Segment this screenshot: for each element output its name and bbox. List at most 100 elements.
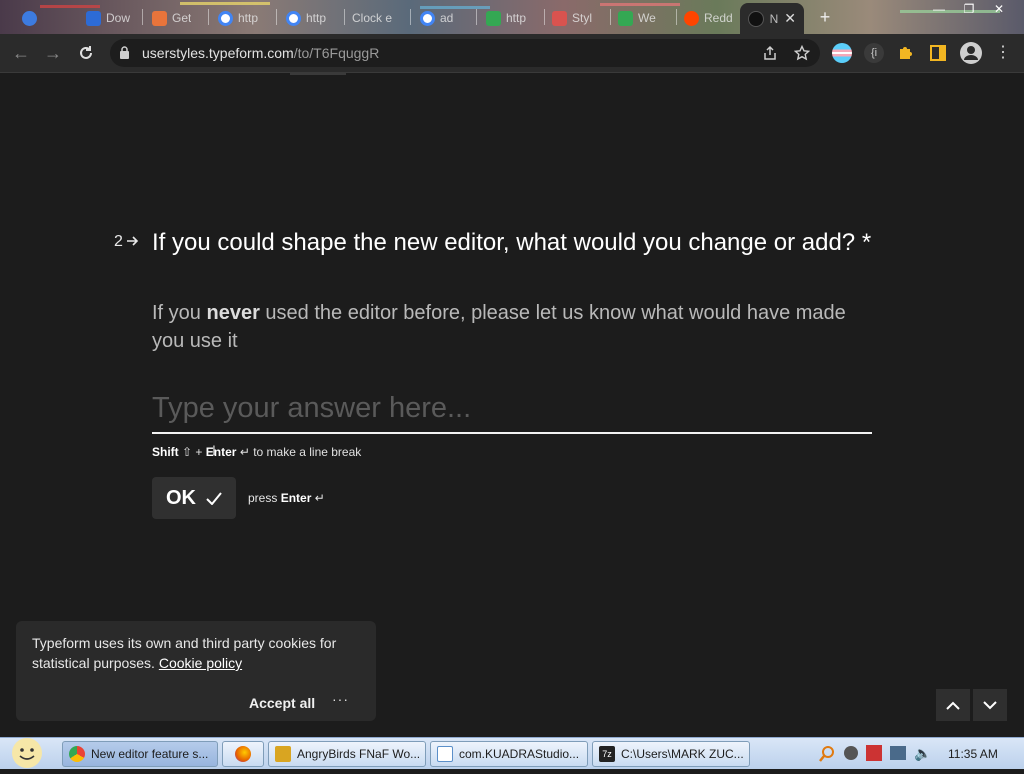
taskbar: New editor feature s... AngryBirds FNaF … [0,737,1024,769]
hint-key-enter: Enter [205,445,237,459]
tab-label: http [506,11,527,25]
question-title: If you could shape the new editor, what … [152,229,872,256]
tab-favicon-icon [486,10,501,26]
search-icon[interactable] [818,745,836,763]
usb-device-icon[interactable] [890,746,906,760]
browser-toolbar: ← → userstyles.typeform.com/to/T6FquggR … [0,34,1024,72]
enter-key-icon: ↵ [239,445,250,459]
tab-label: http [238,11,259,25]
start-button[interactable] [6,737,48,769]
lock-icon [120,46,129,59]
tab-item-0[interactable]: Dow [80,4,140,32]
tab-separator [344,9,345,25]
question-subtitle: If you never used the editor before, ple… [152,299,882,355]
extension-json-icon[interactable]: {i [864,43,884,63]
bookmark-star-icon[interactable] [794,45,810,61]
restore-icon[interactable]: ❐ [954,0,984,18]
tab-separator [544,9,545,25]
close-window-icon[interactable]: ✕ [984,0,1014,18]
minimize-icon[interactable]: — [924,0,954,18]
chevron-up-icon [946,701,960,710]
hint-plus: + [195,445,203,459]
tab-item-8[interactable]: We [612,4,674,32]
tab-separator [610,9,611,25]
reload-button[interactable] [75,42,97,64]
cookie-banner: Typeform uses its own and third party co… [16,621,376,721]
tab-item-9[interactable]: Redd [678,4,740,32]
reload-icon [80,46,92,59]
back-button[interactable]: ← [10,42,32,64]
previous-question-button[interactable] [936,689,970,721]
share-icon[interactable] [762,45,778,61]
cookie-policy-link[interactable]: Cookie policy [159,655,242,671]
folder-icon [275,746,291,762]
question-number-value: 2 [114,233,123,250]
tray-app-icon[interactable] [844,746,858,760]
tab-item-6[interactable]: http [480,4,542,32]
new-tab-button[interactable]: + [815,7,835,27]
taskbar-item-label: C:\Users\MARK ZUC... [621,747,744,761]
taskbar-item-0[interactable]: New editor feature s... [62,741,218,767]
chevron-down-icon [983,700,997,709]
url-text: userstyles.typeform.com/to/T6FquggR [142,45,379,61]
tab-label: Dow [106,11,131,25]
tab-label: http [306,11,327,25]
url-host: userstyles.typeform.com [142,45,294,61]
arrow-right-icon [127,236,139,246]
ok-button[interactable]: OK [152,477,236,519]
forward-button[interactable]: → [42,42,64,64]
tab-item-4[interactable]: Clock e [346,4,408,32]
shift-key-icon: ⇧ [182,445,193,459]
tab-label: Clock e [352,11,393,25]
taskbar-clock[interactable]: 11:35 AM [948,747,998,761]
extensions-puzzle-icon[interactable] [896,43,916,63]
taskbar-item-1[interactable] [222,741,264,767]
browser-menu-icon[interactable]: ⋮ [992,42,1014,64]
tab-label: We [638,11,656,25]
seven-zip-icon: 7z [599,746,615,762]
browser-tab-strip: Dow Get http http Clock e ad http Styl W… [0,0,1024,34]
tab-separator [208,9,209,25]
address-bar[interactable]: userstyles.typeform.com/to/T6FquggR [110,39,820,67]
google-icon [286,10,301,26]
taskbar-item-4[interactable]: 7z C:\Users\MARK ZUC... [592,741,750,767]
smiley-face-icon [12,738,42,768]
close-tab-icon[interactable]: ✕ [784,10,796,27]
cookie-more-options-button[interactable]: ··· [332,691,349,707]
tab-separator [476,9,477,25]
tab-partial[interactable] [16,4,37,32]
typeform-favicon-icon [748,10,764,27]
side-panel-icon[interactable] [928,43,948,63]
press-enter-hint: press Enter ↵ [248,491,325,505]
tab-item-7[interactable]: Styl [546,4,608,32]
subtitle-text: If you [152,302,201,324]
tab-favicon-icon [22,10,37,26]
tab-item-5[interactable]: ad [414,4,476,32]
tab-item-3[interactable]: http [280,4,342,32]
taskbar-item-label: New editor feature s... [91,747,209,761]
text-cursor-icon: I [212,442,216,458]
profile-avatar-icon[interactable] [960,42,982,64]
toolbar-divider [0,72,1024,73]
tab-label: Styl [572,11,593,25]
question-number: 2 [114,233,139,251]
network-warning-icon[interactable] [866,745,882,761]
taskbar-item-2[interactable]: AngryBirds FNaF Wo... [268,741,426,767]
tab-active[interactable]: N ✕ [740,3,804,34]
subtitle-emphasis: never [206,302,260,324]
reddit-icon [684,10,699,26]
firefox-icon [235,746,251,762]
url-path: /to/T6FquggR [293,45,380,61]
tab-label: ad [440,11,454,25]
tab-item-1[interactable]: Get [146,4,206,32]
extension-flag-icon[interactable] [832,43,852,63]
ok-label: OK [166,486,196,509]
next-question-button[interactable] [973,689,1007,721]
volume-icon[interactable]: 🔈 [914,745,931,762]
enter-key-icon: ↵ [314,491,325,505]
answer-input[interactable] [152,384,872,434]
tab-item-2[interactable]: http [212,4,274,32]
accept-all-button[interactable]: Accept all [249,695,315,711]
taskbar-item-3[interactable]: com.KUADRAStudio... [430,741,588,767]
checkmark-icon [206,491,222,505]
